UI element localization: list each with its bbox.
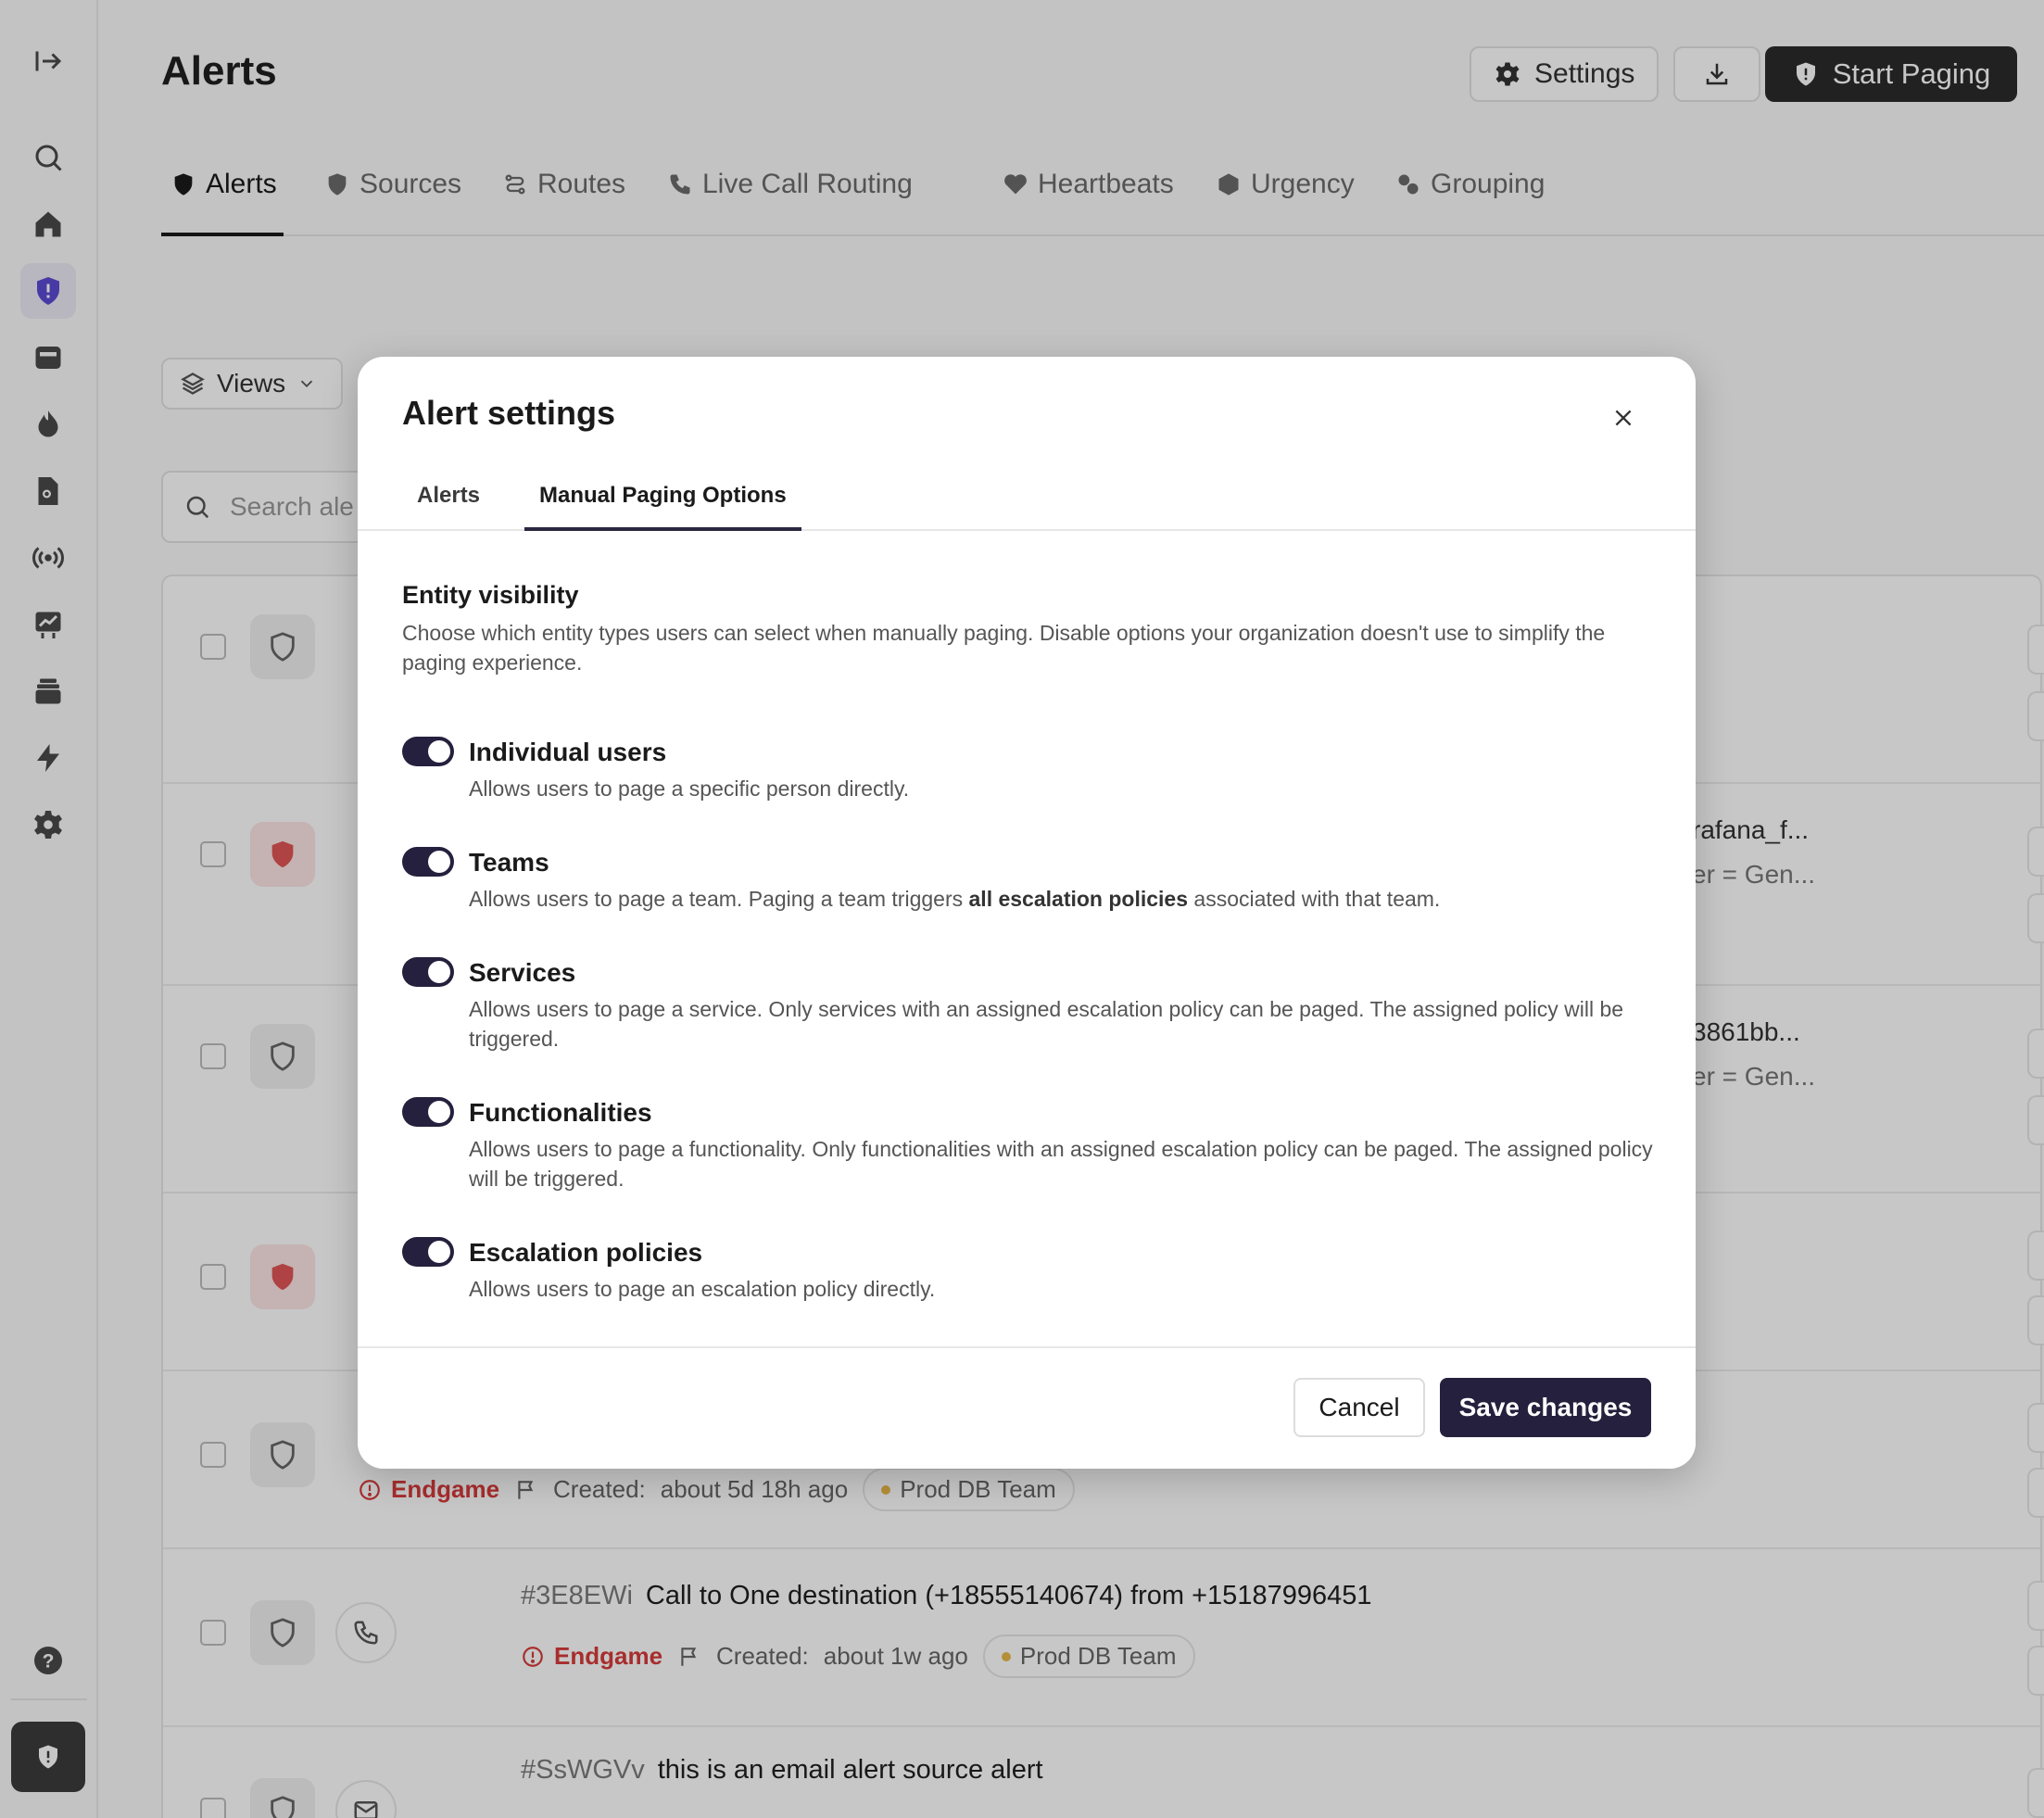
toggle-knob bbox=[428, 1101, 450, 1123]
individual-users-toggle[interactable] bbox=[402, 737, 454, 766]
teams-toggle[interactable] bbox=[402, 847, 454, 877]
option-description: Allows users to page a functionality. On… bbox=[469, 1137, 1653, 1191]
tab-alerts-settings[interactable]: Alerts bbox=[402, 473, 495, 531]
section-title: Entity visibility bbox=[402, 581, 579, 609]
toggle-knob bbox=[428, 740, 450, 763]
option-title: Teams bbox=[469, 848, 549, 877]
option-description: Allows users to page a team. Paging a te… bbox=[469, 884, 1655, 914]
toggle-knob bbox=[428, 851, 450, 873]
alert-settings-modal: Alert settings Alerts Manual Paging Opti… bbox=[358, 357, 1696, 1469]
toggle-knob bbox=[428, 961, 450, 983]
escalation-policies-toggle[interactable] bbox=[402, 1237, 454, 1267]
option-description-part: Allows users to page a team. Paging a te… bbox=[469, 887, 969, 911]
option-description-emphasis: all escalation policies bbox=[968, 887, 1189, 911]
option-title: Escalation policies bbox=[469, 1238, 703, 1267]
option-description: Allows users to page a service. Only ser… bbox=[469, 997, 1624, 1051]
functionalities-toggle[interactable] bbox=[402, 1097, 454, 1127]
modal-title: Alert settings bbox=[402, 394, 616, 432]
close-icon bbox=[1615, 410, 1632, 426]
section-description: Choose which entity types users can sele… bbox=[402, 621, 1606, 675]
services-toggle[interactable] bbox=[402, 957, 454, 987]
toggle-knob bbox=[428, 1241, 450, 1263]
close-button[interactable] bbox=[1601, 396, 1646, 440]
option-title: Functionalities bbox=[469, 1098, 652, 1127]
save-changes-button[interactable]: Save changes bbox=[1440, 1378, 1651, 1437]
option-description: Allows users to page a specific person d… bbox=[469, 776, 910, 801]
option-title: Services bbox=[469, 958, 576, 987]
modal-tabs: Alerts Manual Paging Options bbox=[358, 473, 1696, 531]
option-description: Allows users to page an escalation polic… bbox=[469, 1277, 936, 1301]
option-description-part: associated with that team. bbox=[1188, 887, 1441, 911]
option-title: Individual users bbox=[469, 738, 667, 766]
cancel-button[interactable]: Cancel bbox=[1293, 1378, 1425, 1437]
tab-manual-paging-options[interactable]: Manual Paging Options bbox=[524, 473, 801, 531]
